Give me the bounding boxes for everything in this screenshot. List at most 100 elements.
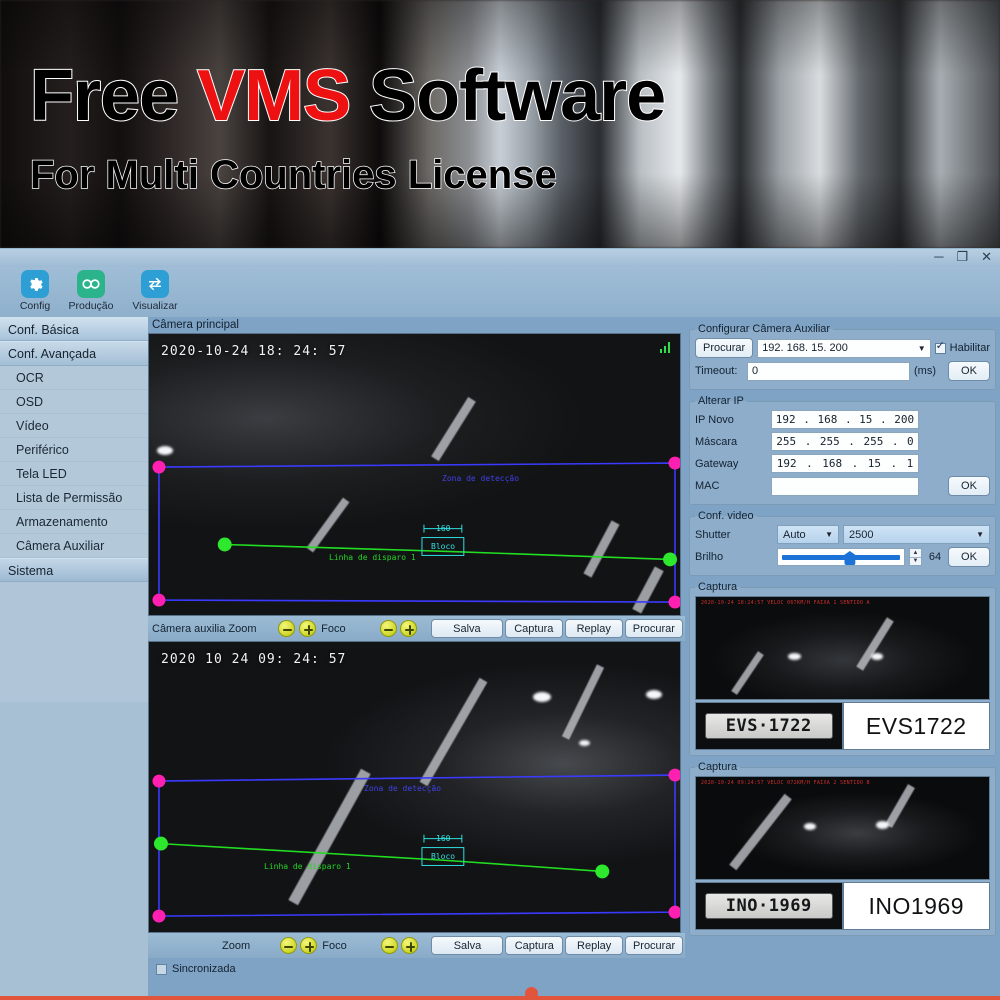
sidebar-item-video[interactable]: Vídeo — [0, 414, 148, 438]
conf-video-group: Conf. video Shutter Auto ▼ 2500 ▼ Brilho — [689, 510, 996, 576]
shutter-mode-select[interactable]: Auto ▼ — [777, 525, 839, 544]
minimize-icon[interactable]: ─ — [934, 250, 943, 263]
brilho-slider-thumb[interactable] — [844, 551, 856, 565]
main-foco-minus-button[interactable] — [379, 620, 397, 637]
main-foco-plus-button[interactable] — [400, 620, 418, 637]
sincronizada-checkbox[interactable] — [156, 963, 167, 975]
aux-zone-label: Zona de detecção — [364, 784, 442, 793]
gear-icon — [21, 270, 49, 298]
brilho-stepper[interactable]: ▲ ▼ — [909, 548, 922, 566]
plate-crop-1: EVS·1722 — [695, 702, 843, 750]
toolbar-label-producao: Produção — [68, 300, 114, 312]
main-captura-button[interactable]: Captura — [504, 619, 563, 638]
mac-label: MAC — [695, 480, 720, 492]
aux-captura-button[interactable]: Captura — [505, 936, 564, 955]
aux-foco-label: Foco — [322, 939, 347, 952]
gateway-octet-4: 1 — [906, 457, 914, 470]
brilho-slider[interactable] — [777, 548, 905, 566]
plate-crop-text-2: INO·1969 — [704, 892, 833, 920]
chevron-down-icon: ▼ — [825, 530, 833, 539]
close-icon[interactable]: ✕ — [981, 250, 992, 263]
toolbar-item-visualizar[interactable]: Visualizar — [124, 270, 186, 312]
banner-title-highlight: VMS — [196, 56, 352, 136]
aux-zoom-minus-button[interactable] — [279, 937, 297, 954]
plate-crop-2: INO·1969 — [695, 882, 843, 930]
captura-osd-2: 2020-10-24 09:24:57 VELOC 072KM/H FAIXA … — [701, 780, 870, 786]
toolbar-item-producao[interactable]: Produção — [60, 270, 122, 312]
sidebar-navigation: Conf. Básica Conf. Avançada OCR OSD Víde… — [0, 317, 148, 1000]
shutter-label: Shutter — [695, 528, 731, 541]
plate-row-1: EVS·1722 EVS1722 — [695, 702, 990, 750]
ip-novo-octet-1: 192 — [775, 413, 796, 426]
bottom-accent-strip — [0, 996, 1000, 1000]
main-foco-label: Foco — [321, 622, 346, 635]
main-camera-video[interactable]: 2020-10-24 18: 24: 57 Zona de detecção L… — [148, 333, 681, 616]
conf-video-legend: Conf. video — [698, 510, 754, 522]
main-measure-label: 160 — [436, 524, 451, 533]
aux-zoom-plus-button[interactable] — [300, 937, 318, 954]
toolbar-item-config[interactable]: Config — [4, 270, 66, 312]
sidebar-item-conf-avancada[interactable]: Conf. Avançada — [0, 341, 148, 366]
aux-foco-plus-button[interactable] — [401, 937, 419, 954]
captura-group-2: Captura 2020-10-24 09:24:57 VELOC 072KM/… — [689, 761, 996, 936]
main-replay-button[interactable]: Replay — [564, 619, 623, 638]
aux-camera-video[interactable]: 2020 10 24 09: 24: 57 Zona de detecção L… — [148, 641, 681, 933]
alterar-ip-ok-button[interactable]: OK — [948, 476, 990, 496]
main-camera-controls: Câmera auxilia Zoom Foco Salva Captura R… — [148, 616, 685, 641]
ip-novo-input[interactable]: 192. 168. 15. 200 — [771, 410, 919, 429]
sidebar-item-osd[interactable]: OSD — [0, 390, 148, 414]
main-salva-button[interactable]: Salva — [430, 619, 503, 638]
mascara-input[interactable]: 255. 255. 255. 0 — [771, 432, 919, 451]
captura-image-1[interactable]: 2020-10-24 18:24:57 VELOC 067KM/H FAIXA … — [695, 596, 990, 700]
sidebar-item-sistema[interactable]: Sistema — [0, 558, 148, 582]
shutter-value-select[interactable]: 2500 ▼ — [843, 525, 990, 544]
mascara-octet-1: 255 — [776, 435, 797, 448]
main-procurar-button[interactable]: Procurar — [624, 619, 684, 638]
habilitar-label: Habilitar — [949, 342, 990, 354]
habilitar-checkbox[interactable] — [934, 341, 946, 354]
maximize-icon[interactable]: ❐ — [956, 250, 968, 263]
main-zoom-plus-button[interactable] — [299, 620, 317, 637]
main-zoom-minus-button[interactable] — [278, 620, 296, 637]
window-titlebar: ─ ❐ ✕ — [0, 249, 1000, 267]
sidebar-item-camera-auxiliar[interactable]: Câmera Auxiliar — [0, 534, 148, 558]
gateway-input[interactable]: 192. 168. 15. 1 — [771, 454, 919, 473]
banner-subtitle: For Multi Countries License — [29, 153, 557, 197]
captura-image-2[interactable]: 2020-10-24 09:24:57 VELOC 072KM/H FAIXA … — [695, 776, 990, 880]
ip-novo-octet-3: 15 — [859, 413, 873, 426]
sidebar-item-conf-basica[interactable]: Conf. Básica — [0, 317, 148, 341]
aux-salva-button[interactable]: Salva — [431, 936, 504, 955]
mascara-octet-4: 0 — [907, 435, 914, 448]
swap-arrows-icon — [141, 270, 169, 298]
sincronizada-row[interactable]: Sincronizada — [148, 958, 685, 980]
timeout-unit: (ms) — [914, 365, 936, 377]
procurar-button[interactable]: Procurar — [695, 338, 754, 358]
banner-title: Free VMS Software — [29, 59, 667, 133]
aux-measure-label: 160 — [436, 834, 451, 843]
ip-address-combo[interactable]: 192. 168. 15. 200 ▼ — [757, 338, 931, 358]
conf-video-ok-button[interactable]: OK — [948, 547, 990, 567]
sidebar-item-ocr[interactable]: OCR — [0, 366, 148, 390]
alterar-ip-legend: Alterar IP — [698, 395, 744, 407]
toolbar-label-config: Config — [19, 300, 51, 312]
sidebar-filler — [0, 582, 148, 702]
mac-input[interactable] — [771, 476, 919, 496]
sidebar-item-tela-led[interactable]: Tela LED — [0, 462, 148, 486]
sidebar-item-lista-permissao[interactable]: Lista de Permissão — [0, 486, 148, 510]
aux-procurar-button[interactable]: Procurar — [625, 936, 684, 955]
captura-legend-2: Captura — [698, 761, 738, 773]
timeout-ok-button[interactable]: OK — [948, 361, 990, 381]
ip-novo-label: IP Novo — [695, 413, 734, 426]
plate-row-2: INO·1969 INO1969 — [695, 882, 990, 930]
aux-foco-minus-button[interactable] — [380, 937, 398, 954]
main-zoom-label: Câmera auxilia Zoom — [152, 622, 257, 635]
timeout-input[interactable]: 0 — [747, 361, 910, 381]
chevron-down-icon: ▼ — [917, 343, 926, 353]
mascara-label: Máscara — [695, 435, 738, 448]
brilho-label: Brilho — [695, 551, 724, 563]
plate-ocr-text-1: EVS1722 — [842, 702, 990, 750]
sidebar-item-armazenamento[interactable]: Armazenamento — [0, 510, 148, 534]
aux-replay-button[interactable]: Replay — [565, 936, 624, 955]
sidebar-item-periferico[interactable]: Periférico — [0, 438, 148, 462]
ip-address-value: 192. 168. 15. 200 — [762, 342, 848, 354]
